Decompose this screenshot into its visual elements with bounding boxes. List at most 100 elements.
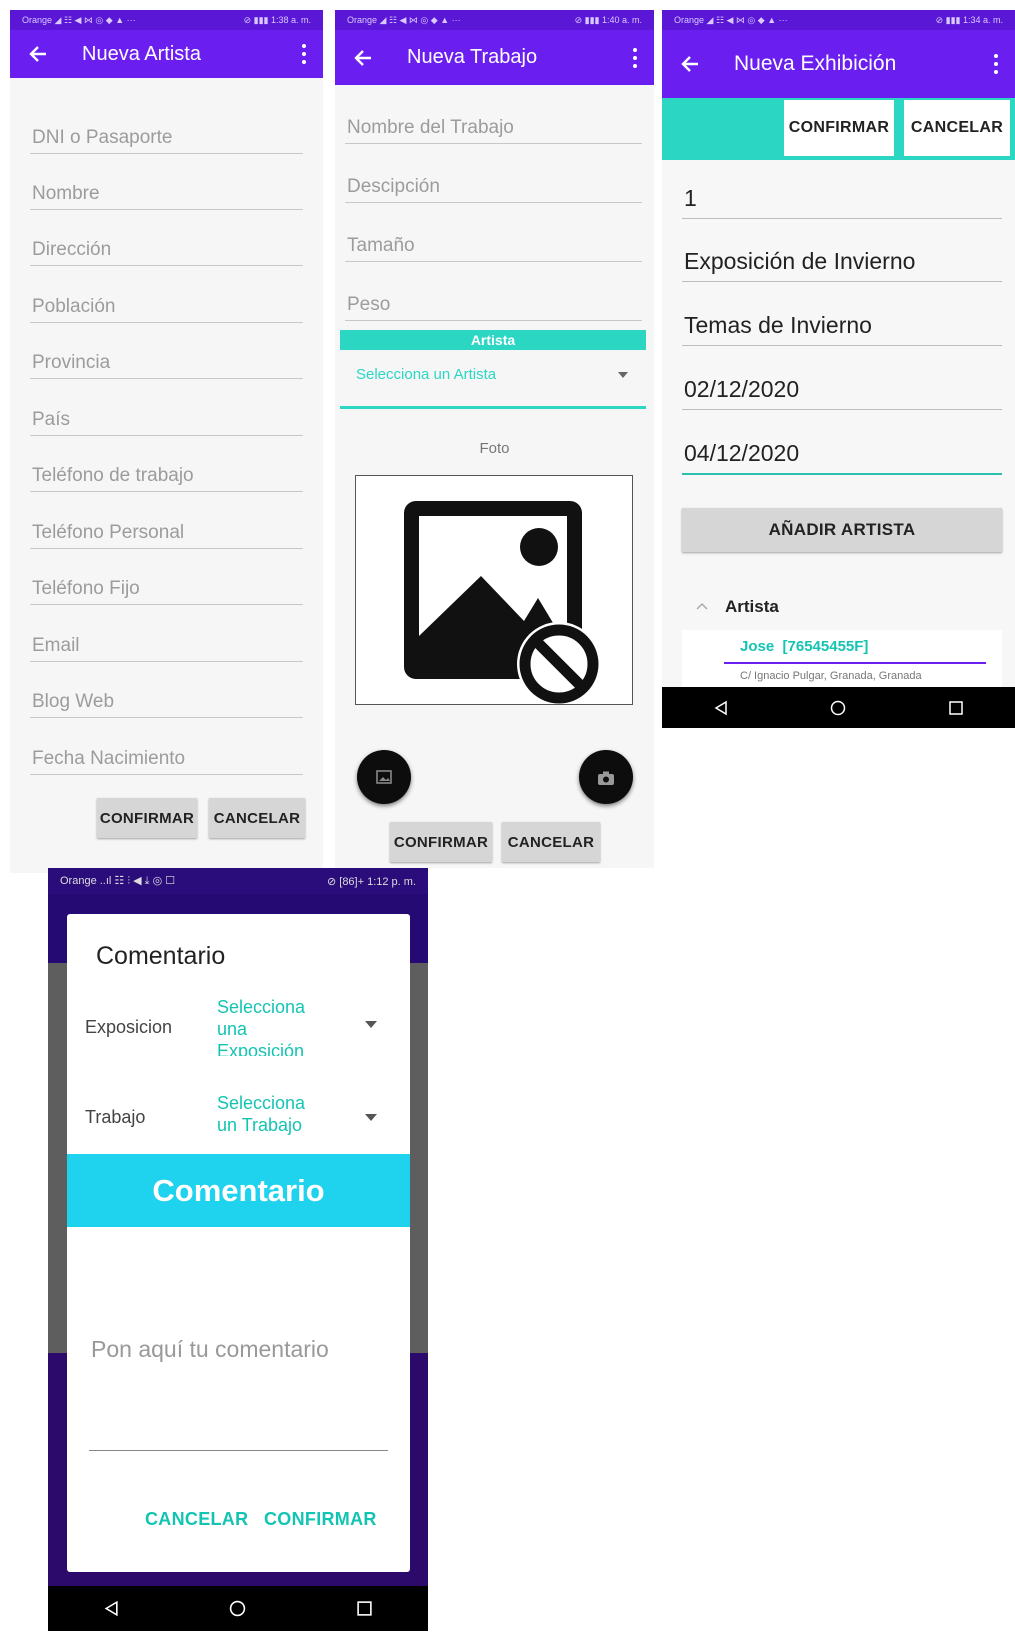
status-bar: Orange ..ıl ☷ ⫶ ◀ ⤓ ◎ ☐ ⊘ [86]+ 1:12 p. … bbox=[48, 868, 428, 894]
comment-dialog: Comentario Exposicion Selecciona una Exp… bbox=[67, 914, 410, 1572]
peso-placeholder: Peso bbox=[347, 294, 391, 315]
action-bar: CONFIRMAR CANCELAR bbox=[662, 98, 1015, 160]
app-bar: Nueva Artista bbox=[10, 30, 323, 78]
status-right: ⊘ ▮▮▮ 1:38 a. m. bbox=[243, 14, 311, 25]
screen-nueva-artista: Orange ◢ ☷ ◀ ⋈ ◎ ◆ ▲ ··· ⊘ ▮▮▮ 1:38 a. m… bbox=[10, 10, 323, 873]
dialog-cancel-button[interactable]: CANCELAR bbox=[145, 1509, 248, 1530]
back-arrow-icon[interactable] bbox=[680, 54, 700, 74]
nombre-field[interactable]: Nombre bbox=[30, 174, 303, 210]
blog-web-placeholder: Blog Web bbox=[32, 691, 115, 712]
dni-placeholder: DNI o Pasaporte bbox=[32, 127, 173, 148]
fecha-nacimiento-field[interactable]: Fecha Nacimiento bbox=[30, 739, 303, 775]
comment-input[interactable]: Pon aquí tu comentario bbox=[89, 1324, 388, 1451]
status-left: Orange ◢ ☷ ◀ ⋈ ◎ ◆ ▲ ··· bbox=[347, 14, 461, 25]
exhibicion-tema-value: Temas de Invierno bbox=[684, 312, 872, 338]
exhibicion-nombre-value: Exposición de Invierno bbox=[684, 248, 916, 274]
more-options-icon[interactable] bbox=[993, 54, 999, 74]
artist-name: Jose [76545455F] bbox=[740, 638, 869, 655]
chevron-up-icon[interactable] bbox=[696, 602, 708, 610]
exposicion-select[interactable]: Selecciona una Exposición bbox=[217, 996, 387, 1056]
no-image-icon bbox=[404, 501, 601, 706]
page-title: Nueva Exhibición bbox=[734, 52, 897, 75]
exhibicion-id-field[interactable]: 1 bbox=[682, 170, 1002, 219]
nombre-trabajo-field[interactable]: Nombre del Trabajo bbox=[345, 105, 642, 144]
nav-back-icon[interactable] bbox=[103, 1600, 120, 1617]
back-arrow-icon[interactable] bbox=[353, 48, 373, 68]
confirm-button[interactable]: CONFIRMAR bbox=[390, 822, 492, 862]
dialog-title: Comentario bbox=[96, 942, 226, 970]
nav-recents-icon[interactable] bbox=[948, 700, 964, 716]
telefono-fijo-placeholder: Teléfono Fijo bbox=[32, 578, 140, 599]
fecha-inicio-value: 02/12/2020 bbox=[684, 376, 800, 402]
dropdown-arrow-icon bbox=[365, 1021, 377, 1028]
nav-home-icon[interactable] bbox=[229, 1600, 246, 1617]
direccion-field[interactable]: Dirección bbox=[30, 230, 303, 266]
cancel-button[interactable]: CANCELAR bbox=[209, 798, 305, 838]
status-bar: Orange ◢ ☷ ◀ ⋈ ◎ ◆ ▲ ··· ⊘ ▮▮▮ 1:40 a. m… bbox=[335, 10, 654, 30]
exhibicion-tema-field[interactable]: Temas de Invierno bbox=[682, 297, 1002, 346]
dropdown-arrow-icon bbox=[618, 372, 628, 378]
nombre-trabajo-placeholder: Nombre del Trabajo bbox=[347, 117, 514, 138]
artista-select[interactable]: Selecciona un Artista bbox=[340, 356, 646, 409]
artista-select-value: Selecciona un Artista bbox=[356, 366, 497, 383]
photo-frame bbox=[355, 475, 633, 706]
confirm-button[interactable]: CONFIRMAR bbox=[784, 100, 894, 156]
direccion-placeholder: Dirección bbox=[32, 239, 112, 260]
confirm-button[interactable]: CONFIRMAR bbox=[97, 798, 197, 838]
cancel-button[interactable]: CANCELAR bbox=[904, 100, 1010, 156]
cancel-button[interactable]: CANCELAR bbox=[502, 822, 600, 862]
fecha-inicio-field[interactable]: 02/12/2020 bbox=[682, 361, 1002, 410]
artist-list-item[interactable]: Jose [76545455F] C/ Ignacio Pulgar, Gran… bbox=[682, 630, 1002, 690]
artista-section-title: Artista bbox=[725, 597, 779, 616]
camera-button[interactable] bbox=[579, 750, 633, 804]
poblacion-field[interactable]: Población bbox=[30, 287, 303, 323]
descripcion-field[interactable]: Descipción bbox=[345, 164, 642, 203]
tamano-field[interactable]: Tamaño bbox=[345, 223, 642, 262]
fecha-fin-value: 04/12/2020 bbox=[684, 440, 800, 466]
peso-field[interactable]: Peso bbox=[345, 282, 642, 321]
exhibicion-nombre-field[interactable]: Exposición de Invierno bbox=[682, 233, 1002, 282]
artist-address: C/ Ignacio Pulgar, Granada, Granada bbox=[740, 670, 922, 682]
telefono-trabajo-field[interactable]: Teléfono de trabajo bbox=[30, 456, 303, 492]
dialog-confirm-button[interactable]: CONFIRMAR bbox=[264, 1509, 377, 1530]
gallery-button[interactable] bbox=[357, 750, 411, 804]
pais-field[interactable]: País bbox=[30, 400, 303, 436]
trabajo-label: Trabajo bbox=[85, 1107, 146, 1127]
status-right: ⊘ ▮▮▮ 1:40 a. m. bbox=[574, 14, 642, 25]
nav-recents-icon[interactable] bbox=[356, 1600, 373, 1617]
status-right: ⊘ [86]+ 1:12 p. m. bbox=[326, 875, 416, 888]
email-field[interactable]: Email bbox=[30, 626, 303, 662]
provincia-placeholder: Provincia bbox=[32, 352, 111, 373]
blog-web-field[interactable]: Blog Web bbox=[30, 682, 303, 718]
nav-home-icon[interactable] bbox=[830, 700, 846, 716]
provincia-field[interactable]: Provincia bbox=[30, 343, 303, 379]
more-options-icon[interactable] bbox=[632, 47, 638, 68]
comentario-banner: Comentario bbox=[67, 1154, 410, 1227]
screen-nueva-exhibicion: Orange ◢ ☷ ◀ ⋈ ◎ ◆ ▲ ··· ⊘ ▮▮▮ 1:34 a. m… bbox=[662, 10, 1015, 728]
trabajo-select-value: Selecciona un Trabajo bbox=[217, 1093, 306, 1135]
page-title: Nueva Artista bbox=[82, 42, 201, 65]
nombre-placeholder: Nombre bbox=[32, 183, 100, 204]
telefono-personal-field[interactable]: Teléfono Personal bbox=[30, 513, 303, 549]
trabajo-select[interactable]: Selecciona un Trabajo bbox=[217, 1092, 387, 1142]
telefono-trabajo-placeholder: Teléfono de trabajo bbox=[32, 465, 194, 486]
dni-field[interactable]: DNI o Pasaporte bbox=[30, 118, 303, 154]
tamano-placeholder: Tamaño bbox=[347, 235, 415, 256]
status-left: Orange ◢ ☷ ◀ ⋈ ◎ ◆ ▲ ··· bbox=[22, 14, 136, 25]
fecha-nacimiento-placeholder: Fecha Nacimiento bbox=[32, 748, 186, 769]
artist-divider bbox=[724, 662, 986, 664]
add-artist-button[interactable]: AÑADIR ARTISTA bbox=[682, 508, 1002, 552]
app-bar: Nueva Exhibición bbox=[662, 30, 1015, 98]
status-bar: Orange ◢ ☷ ◀ ⋈ ◎ ◆ ▲ ··· ⊘ ▮▮▮ 1:38 a. m… bbox=[10, 10, 323, 30]
telefono-fijo-field[interactable]: Teléfono Fijo bbox=[30, 569, 303, 605]
screen-comentario: Orange ..ıl ☷ ⫶ ◀ ⤓ ◎ ☐ ⊘ [86]+ 1:12 p. … bbox=[48, 868, 428, 1631]
gallery-icon bbox=[376, 770, 392, 784]
screen-nueva-trabajo: Orange ◢ ☷ ◀ ⋈ ◎ ◆ ▲ ··· ⊘ ▮▮▮ 1:40 a. m… bbox=[335, 10, 654, 868]
more-options-icon[interactable] bbox=[301, 44, 307, 64]
fecha-fin-field[interactable]: 04/12/2020 bbox=[682, 425, 1002, 475]
nav-back-icon[interactable] bbox=[713, 700, 729, 716]
back-arrow-icon[interactable] bbox=[28, 44, 48, 64]
app-bar: Nueva Trabajo bbox=[335, 30, 654, 85]
poblacion-placeholder: Población bbox=[32, 296, 116, 317]
nav-bar bbox=[662, 687, 1015, 728]
